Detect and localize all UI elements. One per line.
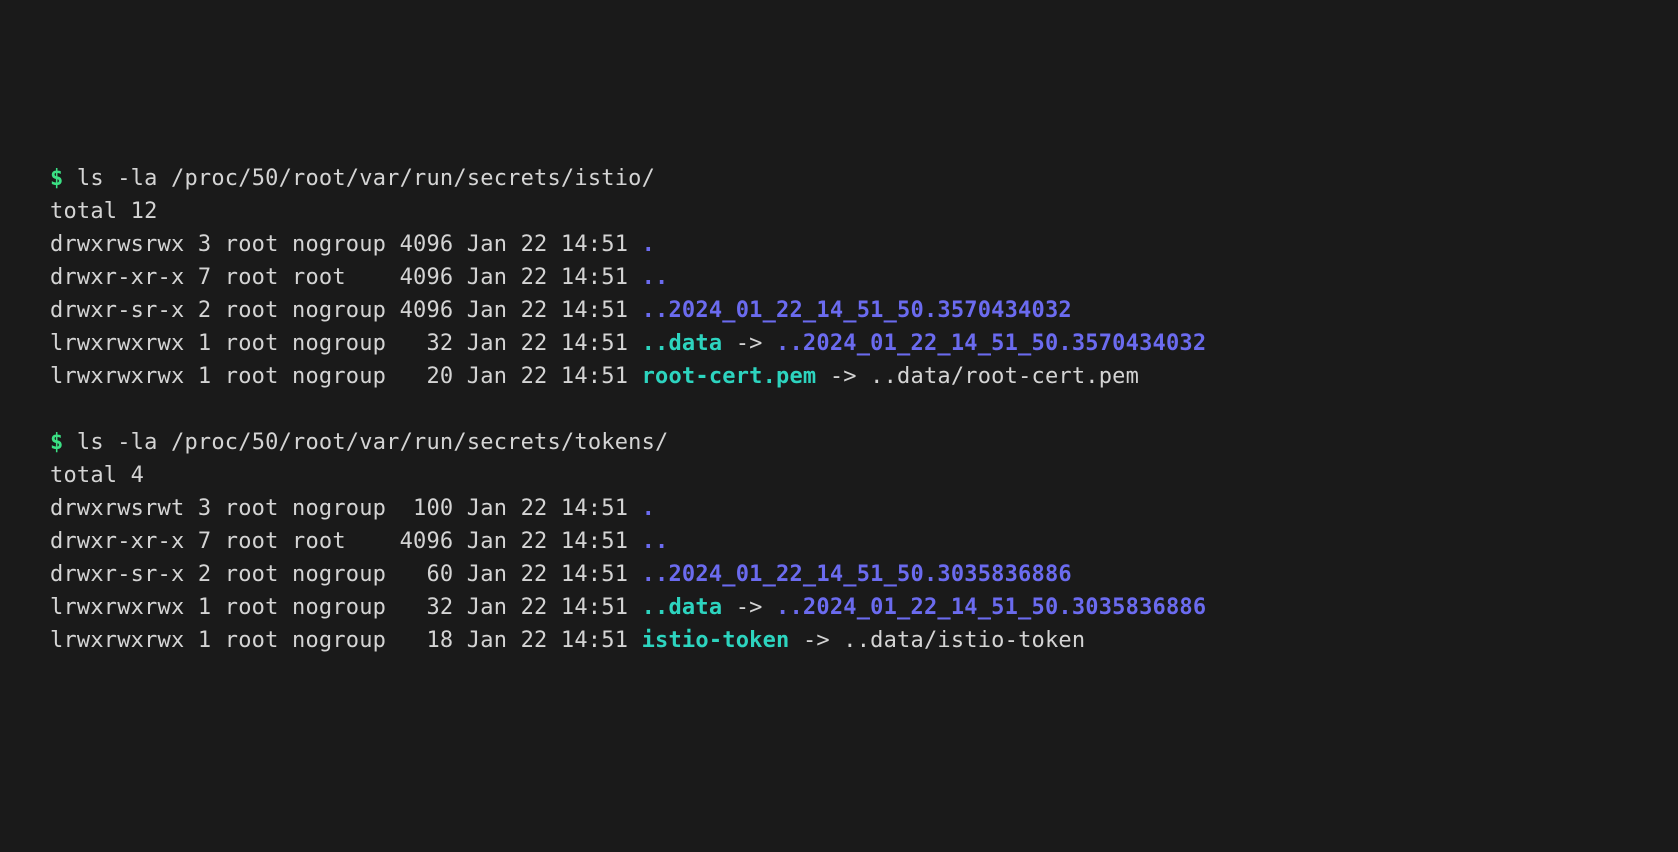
ls-row-meta: lrwxrwxrwx 1 root nogroup 32 Jan 22 14:5… — [50, 331, 642, 356]
ls-name-symlink: istio-token — [642, 628, 790, 653]
terminal-output: $ ls -la /proc/50/root/var/run/secrets/i… — [50, 162, 1628, 657]
ls-row: drwxrwsrwx 3 root nogroup 4096 Jan 22 14… — [50, 228, 1628, 261]
ls-name-dir: . — [642, 496, 655, 521]
ls-name-symlink: ..data — [642, 331, 723, 356]
ls-name-dir: . — [642, 232, 655, 257]
ls-target-dir: ..2024_01_22_14_51_50.3035836886 — [776, 595, 1206, 620]
ls-name-dir: .. — [642, 529, 669, 554]
ls-row-meta: lrwxrwxrwx 1 root nogroup 18 Jan 22 14:5… — [50, 628, 642, 653]
prompt-symbol: $ — [50, 430, 63, 455]
ls-row-meta: drwxr-xr-x 7 root root 4096 Jan 22 14:51 — [50, 265, 642, 290]
ls-target-dir: ..2024_01_22_14_51_50.3570434032 — [776, 331, 1206, 356]
ls-arrow: -> — [722, 595, 776, 620]
ls-row-meta: drwxrwsrwx 3 root nogroup 4096 Jan 22 14… — [50, 232, 642, 257]
ls-row-meta: drwxr-sr-x 2 root nogroup 60 Jan 22 14:5… — [50, 562, 642, 587]
ls-row-meta: drwxrwsrwt 3 root nogroup 100 Jan 22 14:… — [50, 496, 642, 521]
ls-name-symlink: ..data — [642, 595, 723, 620]
ls-name-dir: ..2024_01_22_14_51_50.3570434032 — [642, 298, 1072, 323]
ls-name-symlink: root-cert.pem — [642, 364, 817, 389]
ls-row: lrwxrwxrwx 1 root nogroup 20 Jan 22 14:5… — [50, 360, 1628, 393]
blank-line — [50, 393, 1628, 426]
ls-arrow: -> — [790, 628, 844, 653]
ls-name-dir: ..2024_01_22_14_51_50.3035836886 — [642, 562, 1072, 587]
ls-target: ..data/root-cert.pem — [870, 364, 1139, 389]
ls-target: ..data/istio-token — [843, 628, 1085, 653]
total-line: total 12 — [50, 195, 1628, 228]
ls-row: lrwxrwxrwx 1 root nogroup 32 Jan 22 14:5… — [50, 327, 1628, 360]
total-line: total 4 — [50, 459, 1628, 492]
ls-arrow: -> — [816, 364, 870, 389]
command-text: ls -la /proc/50/root/var/run/secrets/ist… — [77, 166, 655, 191]
ls-row: drwxrwsrwt 3 root nogroup 100 Jan 22 14:… — [50, 492, 1628, 525]
command-text: ls -la /proc/50/root/var/run/secrets/tok… — [77, 430, 669, 455]
prompt-symbol: $ — [50, 166, 63, 191]
ls-row-meta: drwxr-sr-x 2 root nogroup 4096 Jan 22 14… — [50, 298, 642, 323]
ls-row-meta: drwxr-xr-x 7 root root 4096 Jan 22 14:51 — [50, 529, 642, 554]
ls-row: drwxr-sr-x 2 root nogroup 60 Jan 22 14:5… — [50, 558, 1628, 591]
command-line: $ ls -la /proc/50/root/var/run/secrets/i… — [50, 162, 1628, 195]
ls-row: lrwxrwxrwx 1 root nogroup 18 Jan 22 14:5… — [50, 624, 1628, 657]
ls-row: drwxr-xr-x 7 root root 4096 Jan 22 14:51… — [50, 261, 1628, 294]
ls-name-dir: .. — [642, 265, 669, 290]
ls-row: lrwxrwxrwx 1 root nogroup 32 Jan 22 14:5… — [50, 591, 1628, 624]
ls-arrow: -> — [722, 331, 776, 356]
ls-row-meta: lrwxrwxrwx 1 root nogroup 20 Jan 22 14:5… — [50, 364, 642, 389]
ls-row: drwxr-sr-x 2 root nogroup 4096 Jan 22 14… — [50, 294, 1628, 327]
ls-row-meta: lrwxrwxrwx 1 root nogroup 32 Jan 22 14:5… — [50, 595, 642, 620]
ls-row: drwxr-xr-x 7 root root 4096 Jan 22 14:51… — [50, 525, 1628, 558]
command-line: $ ls -la /proc/50/root/var/run/secrets/t… — [50, 426, 1628, 459]
